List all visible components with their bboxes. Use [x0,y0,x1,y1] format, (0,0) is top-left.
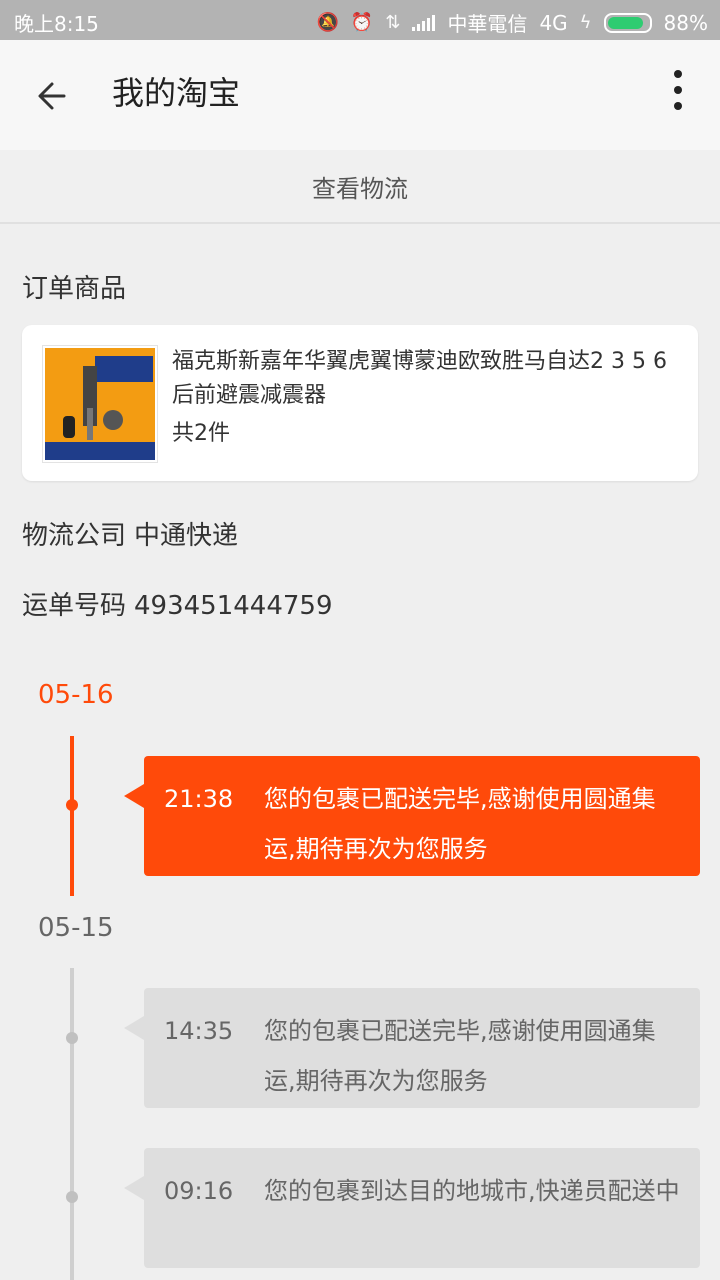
network-type: 4G [539,10,568,35]
page-title: 我的淘宝 [112,74,241,112]
status-bar: 晚上8:15 🔕 ⏰ ⇅ 中華電信 4G ϟ 88% [0,0,720,40]
status-time: 晚上8:15 [14,12,99,36]
charging-icon: ϟ [579,12,592,33]
event-time: 14:35 [164,1017,234,1045]
signal-icon [412,14,436,31]
product-name: 福克斯新嘉年华翼虎翼博蒙迪欧致胜马自达2 3 5 6后前避震减震器 [172,349,667,408]
back-button[interactable] [34,74,78,118]
timeline-event: 21:38 您的包裹已配送完毕,感谢使用圆通集运,期待再次为您服务 [124,756,700,876]
timeline-date: 05-16 [38,680,114,710]
event-message: 您的包裹到达目的地城市,快递员配送中 [264,1177,680,1205]
tab-view-logistics[interactable]: 查看物流 [0,150,720,224]
timeline-dot [66,1032,78,1044]
event-time: 21:38 [164,785,234,813]
product-image [42,345,158,463]
order-section-title: 订单商品 [22,274,127,304]
tab-label: 查看物流 [312,174,408,203]
status-icons: 🔕 ⏰ ⇅ 中華電信 4G ϟ 88% [317,8,709,37]
tracking-label: 运单号码 [22,591,127,621]
carrier-name: 中華電信 [447,12,528,36]
event-time: 09:16 [164,1177,234,1205]
timeline-dot [66,799,78,811]
timeline-line [70,736,74,896]
battery-fill [607,16,643,29]
company-label: 物流公司 [22,521,127,551]
event-message: 您的包裹已配送完毕,感谢使用圆通集运,期待再次为您服务 [264,1017,656,1095]
timeline-event: 09:16 您的包裹到达目的地城市,快递员配送中 [124,1148,700,1268]
tracking-value[interactable]: 493451444759 [134,591,333,621]
battery-percent: 88% [663,10,708,35]
product-card[interactable]: 福克斯新嘉年华翼虎翼博蒙迪欧致胜马自达2 3 5 6后前避震减震器 共2件 [22,325,698,481]
event-message: 您的包裹已配送完毕,感谢使用圆通集运,期待再次为您服务 [264,785,656,863]
company-value: 中通快递 [134,521,239,551]
logistics-company: 物流公司 中通快递 [22,515,238,552]
more-vert-icon[interactable] [666,70,690,110]
tracking-number: 运单号码 493451444759 [22,585,333,622]
data-arrows-icon: ⇅ [385,12,401,33]
timeline-dot [66,1191,78,1203]
app-header: 我的淘宝 [0,40,720,150]
alarm-icon: ⏰ [350,12,374,33]
back-arrow-icon [38,82,66,110]
product-quantity: 共2件 [172,421,230,446]
timeline-event: 14:35 您的包裹已配送完毕,感谢使用圆通集运,期待再次为您服务 [124,988,700,1108]
timeline-date: 05-15 [38,913,114,943]
mute-icon: 🔕 [316,12,339,33]
battery-icon [603,12,652,33]
timeline-line [70,968,74,1280]
